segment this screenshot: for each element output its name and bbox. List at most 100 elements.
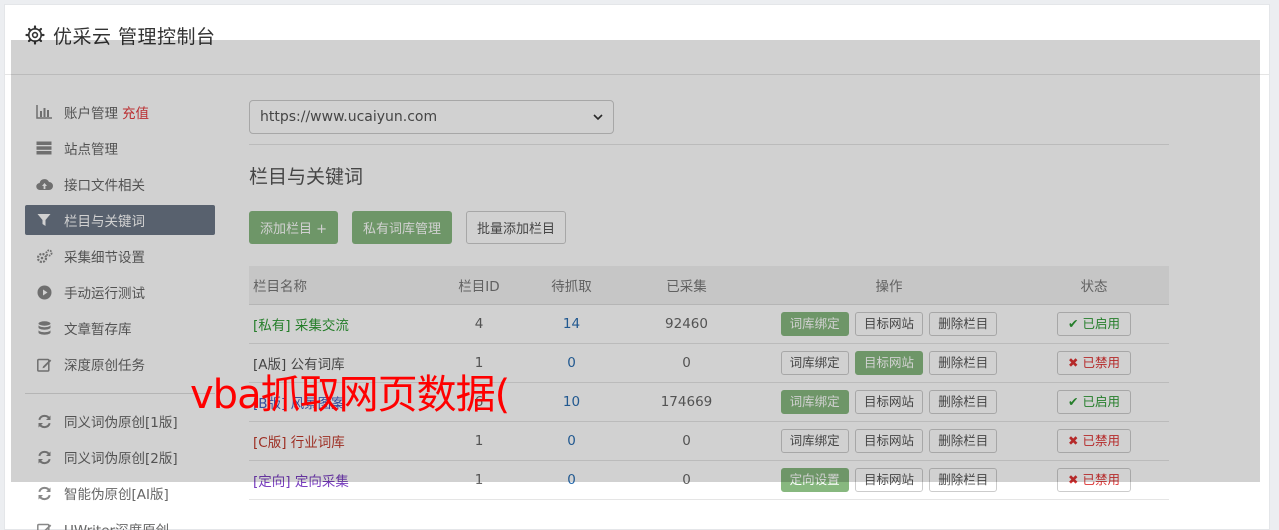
column-link[interactable]: [C版] 行业词库 — [253, 435, 345, 451]
bind-lexicon-button[interactable]: 词库绑定 — [780, 389, 849, 414]
delete-column-button[interactable]: 删除栏目 — [929, 311, 998, 336]
sidebar-item-manual-run[interactable]: 手动运行测试 — [25, 277, 215, 307]
bind-lexicon-button[interactable]: 词库绑定 — [780, 311, 849, 336]
status-toggle[interactable]: ✔ 已启用 — [1057, 389, 1131, 414]
row-id: 1 — [429, 421, 529, 461]
sidebar-item-deep-original[interactable]: 深度原创任务 — [25, 349, 215, 379]
refresh-icon — [35, 484, 53, 502]
col-header-name: 栏目名称 — [249, 266, 429, 305]
recharge-link[interactable]: 充值 — [122, 102, 149, 122]
private-lexicon-button[interactable]: 私有词库管理 — [352, 211, 453, 244]
refresh-icon — [35, 448, 53, 466]
row-pending[interactable]: 0 — [529, 343, 614, 383]
page-title: 优采云 管理控制台 — [53, 26, 216, 48]
status-label: 已启用 — [1082, 393, 1120, 409]
toolbar: 添加栏目 + 私有词库管理 批量添加栏目 — [249, 211, 1169, 244]
page: 优采云 管理控制台 账户管理 充值 站点管理 接口文件相关 栏目与关键词 采集细… — [4, 4, 1270, 530]
row-status: ✔ 已启用 — [1019, 304, 1169, 344]
status-label: 已禁用 — [1082, 432, 1120, 448]
delete-column-button[interactable]: 删除栏目 — [929, 467, 998, 492]
close-icon: ✖ — [1068, 354, 1079, 370]
row-name-cell: [定向] 定向采集 — [249, 460, 429, 500]
sidebar-item-synonym-v1[interactable]: 同义词伪原创[1版] — [25, 406, 215, 436]
sidebar-divider — [25, 393, 215, 394]
header: 优采云 管理控制台 — [5, 5, 1269, 75]
status-toggle[interactable]: ✖ 已禁用 — [1057, 350, 1131, 375]
row-status: ✖ 已禁用 — [1019, 343, 1169, 383]
sidebar: 账户管理 充值 站点管理 接口文件相关 栏目与关键词 采集细节设置 手动运行测试… — [25, 97, 215, 530]
sidebar-item-label: 栏目与关键词 — [64, 214, 145, 230]
target-site-button[interactable]: 目标网站 — [854, 428, 923, 453]
sidebar-item-label: 手动运行测试 — [64, 286, 145, 302]
play-circle-icon — [35, 283, 53, 301]
sidebar-item-label: 站点管理 — [64, 142, 118, 158]
sidebar-item-account[interactable]: 账户管理 充值 — [25, 97, 215, 127]
row-collected: 0 — [614, 343, 759, 383]
site-select[interactable]: https://www.ucaiyun.com — [249, 100, 614, 134]
delete-column-button[interactable]: 删除栏目 — [929, 350, 998, 375]
edit-icon — [35, 520, 53, 530]
delete-column-button[interactable]: 删除栏目 — [929, 389, 998, 414]
col-header-ops: 操作 — [759, 266, 1019, 305]
section-title: 栏目与关键词 — [249, 166, 364, 188]
column-name: 采集交流 — [294, 317, 349, 334]
table-header-row: 栏目名称 栏目ID 待抓取 已采集 操作 状态 — [249, 266, 1169, 305]
sidebar-item-article-store[interactable]: 文章暂存库 — [25, 313, 215, 343]
row-pending[interactable]: 14 — [529, 304, 614, 344]
row-pending[interactable]: 10 — [529, 382, 614, 422]
sidebar-item-columns[interactable]: 栏目与关键词 — [25, 205, 215, 235]
table-row: [私有] 采集交流 4 14 92460 词库绑定 目标网站 删除栏目 ✔ 已启… — [249, 304, 1169, 344]
close-icon: ✖ — [1068, 432, 1079, 448]
sidebar-item-label: 接口文件相关 — [64, 178, 145, 194]
row-pending[interactable]: 0 — [529, 460, 614, 500]
sidebar-item-synonym-v2[interactable]: 同义词伪原创[2版] — [25, 442, 215, 472]
column-link[interactable]: [私有] 采集交流 — [253, 318, 349, 334]
status-toggle[interactable]: ✔ 已启用 — [1057, 311, 1131, 336]
add-column-button[interactable]: 添加栏目 + — [249, 211, 339, 244]
refresh-icon — [35, 412, 53, 430]
target-site-button[interactable]: 目标网站 — [854, 350, 923, 375]
column-tag: [定向] — [253, 473, 291, 490]
bar-chart-icon — [35, 103, 53, 121]
status-label: 已禁用 — [1082, 354, 1120, 370]
row-collected: 0 — [614, 460, 759, 500]
site-select-value: https://www.ucaiyun.com — [260, 109, 438, 125]
bind-lexicon-button[interactable]: 词库绑定 — [780, 350, 849, 375]
status-toggle[interactable]: ✖ 已禁用 — [1057, 428, 1131, 453]
column-tag: [C版] — [253, 434, 287, 451]
target-site-button[interactable]: 目标网站 — [854, 467, 923, 492]
sidebar-item-ai-rewrite[interactable]: 智能伪原创[AI版] — [25, 478, 215, 508]
filter-icon — [35, 211, 53, 229]
sidebar-item-sites[interactable]: 站点管理 — [25, 133, 215, 163]
row-id: 4 — [429, 304, 529, 344]
target-site-button[interactable]: 目标网站 — [854, 389, 923, 414]
row-ops: 词库绑定 目标网站 删除栏目 — [759, 304, 1019, 344]
bind-lexicon-button[interactable]: 词库绑定 — [780, 428, 849, 453]
row-status: ✖ 已禁用 — [1019, 421, 1169, 461]
row-pending[interactable]: 0 — [529, 421, 614, 461]
batch-add-button[interactable]: 批量添加栏目 — [466, 211, 567, 244]
directed-settings-button[interactable]: 定向设置 — [780, 467, 849, 492]
sidebar-item-collect-settings[interactable]: 采集细节设置 — [25, 241, 215, 271]
row-name-cell: [私有] 采集交流 — [249, 304, 429, 344]
cogs-icon — [35, 247, 53, 265]
cloud-upload-icon — [35, 175, 53, 193]
row-name-cell: [C版] 行业词库 — [249, 421, 429, 461]
row-status: ✔ 已启用 — [1019, 382, 1169, 422]
sidebar-item-interface[interactable]: 接口文件相关 — [25, 169, 215, 199]
edit-icon — [35, 355, 53, 373]
table-row: [定向] 定向采集 1 0 0 定向设置 目标网站 删除栏目 ✖ 已禁用 — [249, 460, 1169, 500]
table-row: [C版] 行业词库 1 0 0 词库绑定 目标网站 删除栏目 ✖ 已禁用 — [249, 421, 1169, 461]
column-link[interactable]: [定向] 定向采集 — [253, 474, 349, 490]
target-site-button[interactable]: 目标网站 — [854, 311, 923, 336]
sidebar-item-uwriter[interactable]: UWriter深度原创 — [25, 514, 215, 530]
status-toggle[interactable]: ✖ 已禁用 — [1057, 467, 1131, 492]
sidebar-item-label: 同义词伪原创[2版] — [64, 451, 178, 467]
col-header-pending: 待抓取 — [529, 266, 614, 305]
server-icon — [35, 139, 53, 157]
sidebar-item-label: 采集细节设置 — [64, 250, 145, 266]
column-name: 行业词库 — [290, 434, 345, 451]
column-tag: [私有] — [253, 317, 291, 334]
row-id: 1 — [429, 460, 529, 500]
delete-column-button[interactable]: 删除栏目 — [929, 428, 998, 453]
